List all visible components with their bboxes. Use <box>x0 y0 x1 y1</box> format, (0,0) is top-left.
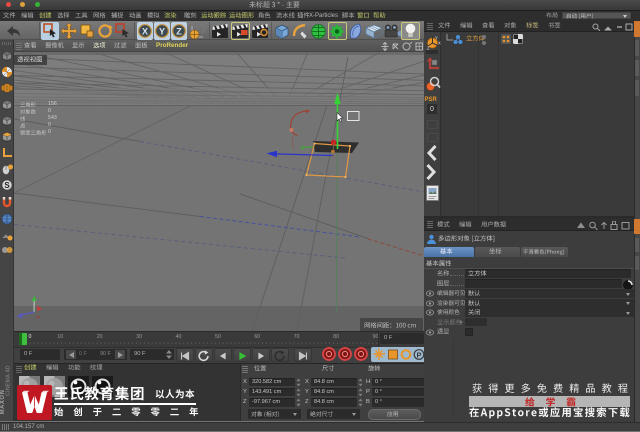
svg-text:P: P <box>416 350 421 359</box>
svg-text:X: X <box>438 40 441 45</box>
svg-text:Z: Z <box>427 45 430 50</box>
